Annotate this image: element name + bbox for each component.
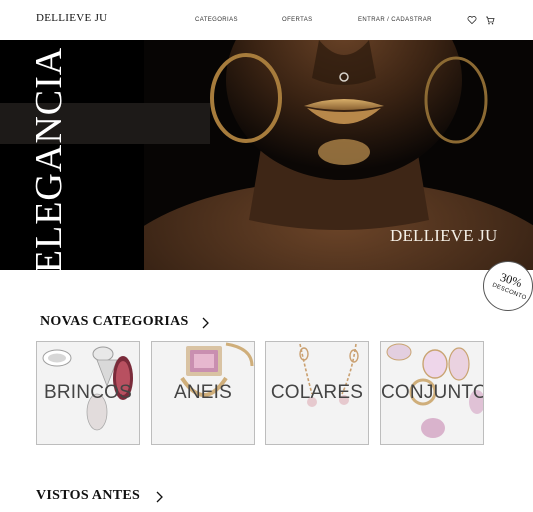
logo[interactable]: DELLIEVE JU bbox=[36, 12, 107, 24]
top-header: DELLIEVE JU CATEGORIAS OFERTAS ENTRAR / … bbox=[0, 0, 533, 40]
section-title-new-categories: NOVAS CATEGORIAS bbox=[40, 314, 189, 329]
discount-badge[interactable]: 30% DESCONTO bbox=[483, 261, 533, 311]
chevron-right-icon[interactable] bbox=[154, 491, 164, 503]
hero-watermark: DELLIEVE JU bbox=[390, 226, 498, 245]
chevron-right-icon[interactable] bbox=[200, 317, 210, 329]
section-title-seen-before: VISTOS ANTES bbox=[36, 488, 141, 503]
category-label: CONJUNTO bbox=[381, 382, 484, 403]
category-label: COLARES bbox=[270, 382, 364, 403]
hero-left-panel bbox=[0, 40, 144, 270]
hero-vertical-title: ELEGANCIA bbox=[28, 46, 70, 270]
category-card-colares[interactable]: COLARES bbox=[265, 341, 369, 445]
category-card-aneis[interactable]: ANEIS bbox=[151, 341, 255, 445]
hero-banner: ELEGANCIA DELLIEVE JU bbox=[0, 40, 533, 270]
nav-entrar-cadastrar[interactable]: ENTRAR / CADASTRAR bbox=[358, 17, 432, 23]
cart-icon[interactable] bbox=[485, 15, 495, 25]
nav-categorias[interactable]: CATEGORIAS bbox=[195, 17, 238, 23]
category-card-brincos[interactable]: BRINCOS bbox=[36, 341, 140, 445]
category-card-conjunto[interactable]: CONJUNTO bbox=[380, 341, 484, 445]
nav-ofertas[interactable]: OFERTAS bbox=[282, 17, 313, 23]
category-label: BRINCOS bbox=[44, 382, 132, 403]
heart-icon[interactable] bbox=[467, 15, 477, 25]
category-label: ANEIS bbox=[173, 382, 233, 403]
